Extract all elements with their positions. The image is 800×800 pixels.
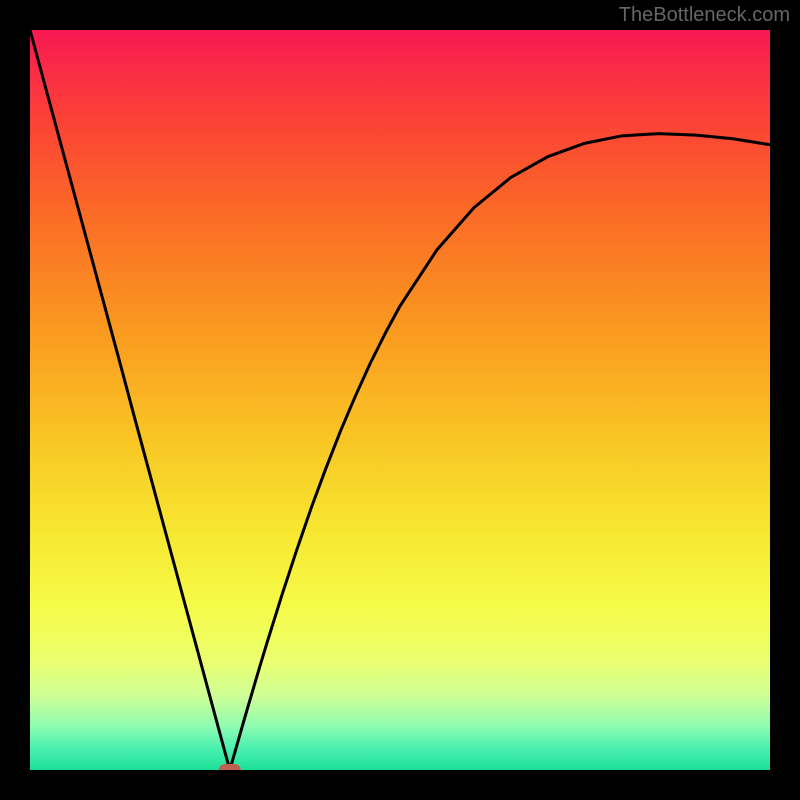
chart-svg [30,30,770,770]
minimum-marker [219,764,241,770]
plot-area [30,30,770,770]
gradient-background [30,30,770,770]
watermark-text: TheBottleneck.com [619,4,790,27]
chart-container: TheBottleneck.com [0,0,800,800]
